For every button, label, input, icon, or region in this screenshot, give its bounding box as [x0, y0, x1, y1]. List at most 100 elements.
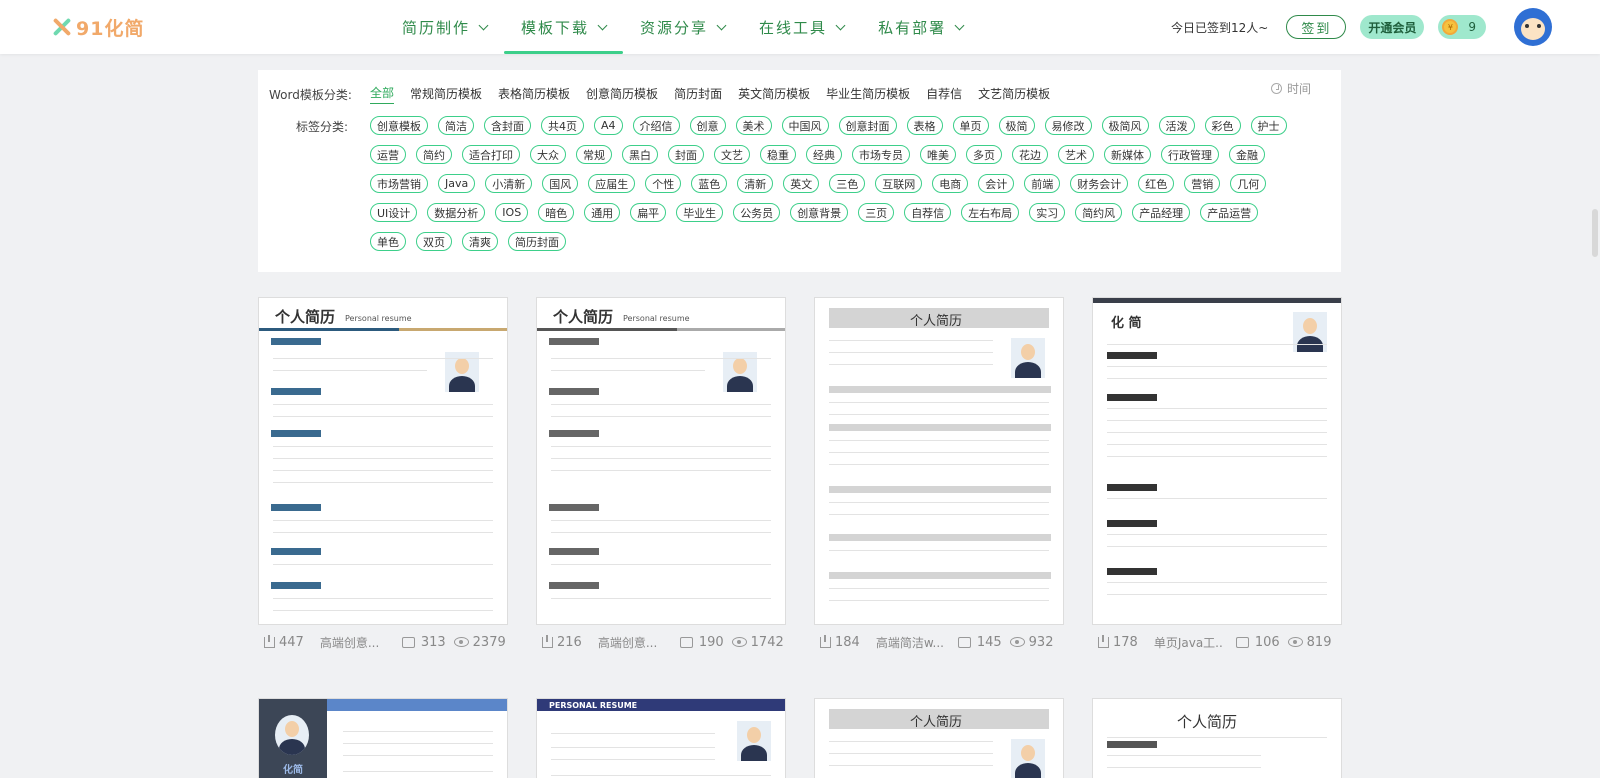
tag-item[interactable]: UI设计 [370, 203, 418, 222]
tag-item[interactable]: 创意 [689, 116, 726, 135]
tag-item[interactable]: 互联网 [875, 174, 923, 193]
template-thumbnail[interactable]: 个人简历 Personal resume [536, 297, 786, 625]
tag-item[interactable]: 表格 [906, 116, 943, 135]
tag-item[interactable]: 三色 [829, 174, 866, 193]
category-item[interactable]: 简历封面 [674, 85, 722, 104]
category-item[interactable]: 创意简历模板 [586, 85, 658, 104]
tag-item[interactable]: 金融 [1229, 145, 1265, 164]
nav-item-template-download[interactable]: 模板下载 [504, 0, 624, 54]
category-item[interactable]: 常规简历模板 [410, 85, 482, 104]
tag-item[interactable]: 产品运营 [1200, 203, 1259, 222]
template-thumbnail[interactable]: 个人简历 [1092, 698, 1342, 778]
card-title[interactable]: 高端创意... [598, 634, 668, 651]
nav-item-resume-make[interactable]: 简历制作 [385, 0, 504, 54]
tag-item[interactable]: 唯美 [920, 145, 956, 164]
tag-item[interactable]: 创意模板 [370, 116, 428, 135]
template-thumbnail[interactable]: 个人简历 [814, 698, 1064, 778]
user-avatar[interactable] [1514, 8, 1552, 46]
category-item[interactable]: 毕业生简历模板 [826, 85, 910, 104]
card-title[interactable]: 单页Java工... [1154, 634, 1224, 651]
template-thumbnail[interactable]: 化简 [258, 698, 508, 778]
tag-item[interactable]: 极简风 [1101, 116, 1149, 135]
tag-item[interactable]: 彩色 [1204, 116, 1241, 135]
template-card[interactable]: 个人简历 [1092, 698, 1342, 778]
template-card[interactable]: 个人简历 Personal resume 216 高端创意... 190 174… [536, 297, 786, 657]
tag-item[interactable]: 中国风 [781, 116, 829, 135]
coin-badge[interactable]: ¥ 9 [1438, 15, 1486, 39]
tag-item[interactable]: 小清新 [485, 174, 533, 193]
template-card[interactable]: 个人简历 Personal resume 447 高端创意... 313 237… [258, 297, 508, 657]
tag-item[interactable]: 蓝色 [691, 174, 728, 193]
tag-item[interactable]: 多页 [966, 145, 1002, 164]
tag-item[interactable]: 封面 [668, 145, 704, 164]
sort-by-time[interactable]: 时间 [1270, 80, 1311, 97]
tag-item[interactable]: 会计 [978, 174, 1015, 193]
tag-item[interactable]: 介绍信 [632, 116, 680, 135]
tag-item[interactable]: 文艺 [714, 145, 750, 164]
category-item[interactable]: 英文简历模板 [738, 85, 810, 104]
tag-item[interactable]: 个性 [645, 174, 682, 193]
tag-item[interactable]: 自荐信 [904, 203, 952, 222]
tag-item[interactable]: 常规 [576, 145, 612, 164]
tag-item[interactable]: 美术 [735, 116, 772, 135]
tag-item[interactable]: 数据分析 [427, 203, 486, 222]
tag-item[interactable]: Java [438, 174, 476, 193]
tag-item[interactable]: 财务会计 [1070, 174, 1129, 193]
tag-item[interactable]: 含封面 [484, 116, 531, 135]
tag-item[interactable]: 黑白 [622, 145, 658, 164]
tag-item[interactable]: A4 [594, 116, 623, 135]
category-item[interactable]: 全部 [370, 84, 395, 104]
tag-item[interactable]: 易修改 [1044, 116, 1092, 135]
tag-item[interactable]: 护士 [1250, 116, 1287, 135]
tag-item[interactable]: 左右布局 [961, 203, 1020, 222]
tag-item[interactable]: 艺术 [1058, 145, 1094, 164]
vip-button[interactable]: 开通会员 [1360, 15, 1425, 39]
template-thumbnail[interactable]: 个人简历 Personal resume [258, 297, 508, 625]
tag-item[interactable]: 活泼 [1158, 116, 1195, 135]
tag-item[interactable]: 单页 [952, 116, 989, 135]
tag-item[interactable]: 实习 [1029, 203, 1066, 222]
tag-item[interactable]: 应届生 [588, 174, 636, 193]
category-item[interactable]: 表格简历模板 [498, 85, 570, 104]
tag-item[interactable]: 市场营销 [370, 174, 428, 193]
tag-item[interactable]: 简约风 [1075, 203, 1123, 222]
site-logo[interactable]: 91化简 [52, 14, 144, 40]
tag-item[interactable]: 营销 [1184, 174, 1221, 193]
tag-item[interactable]: 简洁 [438, 116, 474, 135]
template-card[interactable]: 化 简 178 单页Java工... 106 819 [1092, 297, 1342, 657]
tag-item[interactable]: 几何 [1230, 174, 1267, 193]
tag-item[interactable]: 适合打印 [462, 145, 520, 164]
page-scrollbar[interactable] [1590, 207, 1600, 259]
signin-button[interactable]: 签到 [1286, 15, 1347, 39]
tag-item[interactable]: 稳重 [760, 145, 796, 164]
tag-item[interactable]: 公务员 [733, 203, 781, 222]
tag-item[interactable]: 电商 [932, 174, 969, 193]
tag-item[interactable]: 扁平 [630, 203, 667, 222]
tag-item[interactable]: 双页 [416, 232, 452, 251]
nav-item-resource-share[interactable]: 资源分享 [623, 0, 742, 54]
card-title[interactable]: 高端简洁w... [876, 634, 946, 651]
tag-item[interactable]: 创意封面 [838, 116, 897, 135]
tag-item[interactable]: 创意背景 [790, 203, 849, 222]
tag-item[interactable]: 清新 [737, 174, 774, 193]
tag-item[interactable]: 经典 [806, 145, 842, 164]
category-item[interactable]: 自荐信 [926, 85, 962, 104]
tag-item[interactable]: 前端 [1024, 174, 1061, 193]
tag-item[interactable]: 市场专员 [852, 145, 910, 164]
template-thumbnail[interactable]: 个人简历 [814, 297, 1064, 625]
tag-item[interactable]: 产品经理 [1132, 203, 1191, 222]
template-card[interactable]: 个人简历 184 高端简洁w... 145 932 [814, 297, 1064, 657]
tag-item[interactable]: 新媒体 [1104, 145, 1151, 164]
tag-item[interactable]: 花边 [1012, 145, 1048, 164]
template-card[interactable]: PERSONAL RESUME [536, 698, 786, 778]
tag-item[interactable]: 简历封面 [508, 232, 566, 251]
tag-item[interactable]: 简约 [416, 145, 452, 164]
tag-item[interactable]: 暗色 [538, 203, 575, 222]
tag-item[interactable]: 红色 [1138, 174, 1175, 193]
template-card[interactable]: 化简 [258, 698, 508, 778]
template-thumbnail[interactable]: PERSONAL RESUME [536, 698, 786, 778]
tag-item[interactable]: 单色 [370, 232, 406, 251]
tag-item[interactable]: 行政管理 [1161, 145, 1219, 164]
tag-item[interactable]: 共4页 [541, 116, 584, 135]
card-title[interactable]: 高端创意... [320, 634, 390, 651]
